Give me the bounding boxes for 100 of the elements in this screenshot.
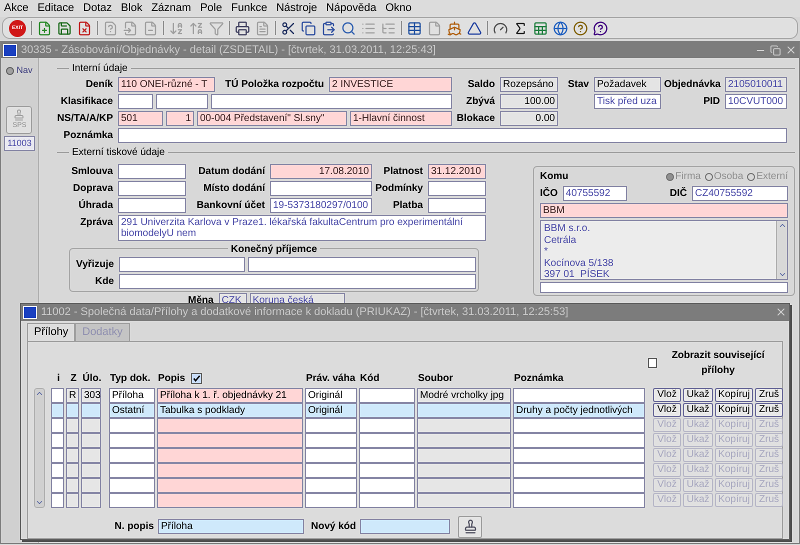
table-cell[interactable] — [305, 492, 357, 508]
row-action-button[interactable]: Zruš — [755, 402, 783, 416]
table-cell[interactable] — [417, 432, 511, 448]
table-cell[interactable] — [359, 462, 415, 478]
table-cell[interactable]: Tabulka s podklady — [157, 402, 303, 418]
input-field[interactable]: CZ40755592 — [692, 186, 788, 201]
table-cell[interactable] — [66, 448, 79, 462]
input-field[interactable]: 10CVUT000 — [725, 94, 787, 109]
menu-item[interactable]: Editace — [37, 0, 74, 17]
input-field[interactable] — [211, 94, 452, 109]
table-cell[interactable]: Ostatní — [109, 402, 155, 418]
input-field[interactable]: 31.12.2010 — [428, 164, 486, 179]
table-cell[interactable] — [305, 432, 357, 448]
table-cell[interactable] — [417, 402, 511, 418]
table-cell[interactable] — [417, 462, 511, 478]
save-icon[interactable] — [57, 20, 72, 36]
input-field[interactable] — [118, 94, 153, 109]
checkbox[interactable] — [191, 372, 202, 384]
file-input-icon[interactable] — [123, 20, 138, 36]
triangle-icon[interactable] — [467, 20, 482, 36]
scrollbar[interactable] — [34, 388, 45, 508]
filter-icon[interactable] — [209, 20, 224, 36]
table-cell[interactable] — [513, 478, 645, 492]
menu-item[interactable]: Akce — [4, 0, 28, 17]
table-cell[interactable] — [513, 462, 645, 478]
table-cell[interactable]: Originál — [305, 402, 357, 418]
checkbox[interactable]: Zobrazit související přílohy — [648, 348, 776, 378]
table-cell[interactable] — [417, 492, 511, 508]
table-cell[interactable] — [359, 388, 415, 402]
table-cell[interactable] — [157, 418, 303, 432]
file-minus-icon[interactable] — [143, 20, 158, 36]
table-cell[interactable] — [513, 448, 645, 462]
table-cell[interactable] — [305, 462, 357, 478]
input-field[interactable]: 40755592 — [562, 186, 627, 201]
table-cell[interactable] — [81, 402, 101, 418]
file-icon[interactable] — [427, 20, 442, 36]
table-cell[interactable]: Modré vrcholky jpg — [417, 388, 511, 402]
table-cell[interactable] — [359, 432, 415, 448]
input-field[interactable] — [119, 257, 245, 272]
menu-item[interactable]: Záznam — [151, 0, 192, 17]
table-cell[interactable] — [66, 462, 79, 478]
input-field[interactable]: 17.08.2010 — [270, 164, 372, 179]
menu-item[interactable]: Dotaz — [83, 0, 112, 17]
help-icon[interactable] — [573, 20, 588, 36]
table-cell[interactable] — [51, 388, 64, 402]
table-cell[interactable]: 303 — [81, 388, 101, 402]
table-cell[interactable] — [109, 418, 155, 432]
document-icon[interactable] — [255, 20, 270, 36]
table-cell[interactable]: Druhy a počty jednotlivých — [513, 402, 645, 418]
table-cell[interactable] — [157, 462, 303, 478]
input-field[interactable] — [118, 164, 186, 179]
globe-icon[interactable] — [553, 20, 568, 36]
table-cell[interactable] — [359, 418, 415, 432]
table-cell[interactable] — [359, 492, 415, 508]
table-cell[interactable] — [81, 418, 101, 432]
tree-list-icon[interactable] — [381, 20, 396, 36]
table-cell[interactable] — [51, 462, 64, 478]
table-icon[interactable] — [407, 20, 422, 36]
table-cell[interactable] — [359, 478, 415, 492]
table-cell[interactable] — [157, 492, 303, 508]
table-cell[interactable] — [109, 492, 155, 508]
table-cell[interactable] — [51, 432, 64, 448]
menu-item[interactable]: Pole — [200, 0, 222, 17]
row-action-button[interactable]: Vlož — [653, 388, 681, 402]
help-icon[interactable] — [593, 20, 608, 36]
table-cell[interactable] — [417, 478, 511, 492]
input-field[interactable]: Rozepsáno — [500, 77, 558, 92]
row-action-button[interactable]: Kopíruj — [715, 402, 753, 416]
table-cell[interactable] — [51, 492, 64, 508]
input-field[interactable] — [118, 128, 787, 143]
input-field[interactable]: 291 Univerzita Karlova v Praze1. lékařská fakultaCentrum pro experimentální biomodelyU nem — [118, 215, 486, 241]
input-field[interactable]: 2 INVESTICE — [329, 77, 452, 92]
gauge-icon[interactable] — [493, 20, 508, 36]
row-action-button[interactable]: Vlož — [653, 402, 681, 416]
table-cell[interactable] — [51, 448, 64, 462]
menu-item[interactable]: Funkce — [231, 0, 268, 17]
table-cell[interactable]: R — [66, 388, 79, 402]
copy-icon[interactable] — [301, 20, 316, 36]
table-cell[interactable] — [305, 478, 357, 492]
table-cell[interactable]: Příloha k 1. ř. objednávky 21 — [157, 388, 303, 402]
input-field[interactable]: 0.00 — [500, 111, 558, 126]
input-field[interactable]: 501 — [118, 111, 163, 126]
table-cell[interactable] — [513, 388, 645, 402]
input-field[interactable] — [428, 198, 486, 213]
restore-icon[interactable] — [770, 44, 781, 56]
file-plus-icon[interactable] — [37, 20, 52, 36]
table-cell[interactable] — [513, 492, 645, 508]
input-field[interactable]: 19-5373180297/0100 — [270, 198, 372, 213]
table-cell[interactable] — [66, 402, 79, 418]
input-field[interactable] — [360, 519, 450, 534]
input-field[interactable]: 00-004 Představení" Sl.sny" — [197, 111, 347, 126]
cut-icon[interactable] — [281, 20, 296, 36]
menu-item[interactable]: Okno — [385, 0, 412, 17]
scrollbar[interactable] — [776, 221, 787, 279]
printer-icon[interactable] — [235, 20, 250, 36]
address-textarea[interactable]: BBM s.r.o. Cetrála * Kocínova 5/138 397 01 PÍSEK — [540, 220, 788, 280]
input-field[interactable] — [248, 257, 476, 272]
table-cell[interactable] — [513, 432, 645, 448]
table-cell[interactable] — [109, 462, 155, 478]
scroll-down-icon[interactable] — [778, 270, 786, 279]
